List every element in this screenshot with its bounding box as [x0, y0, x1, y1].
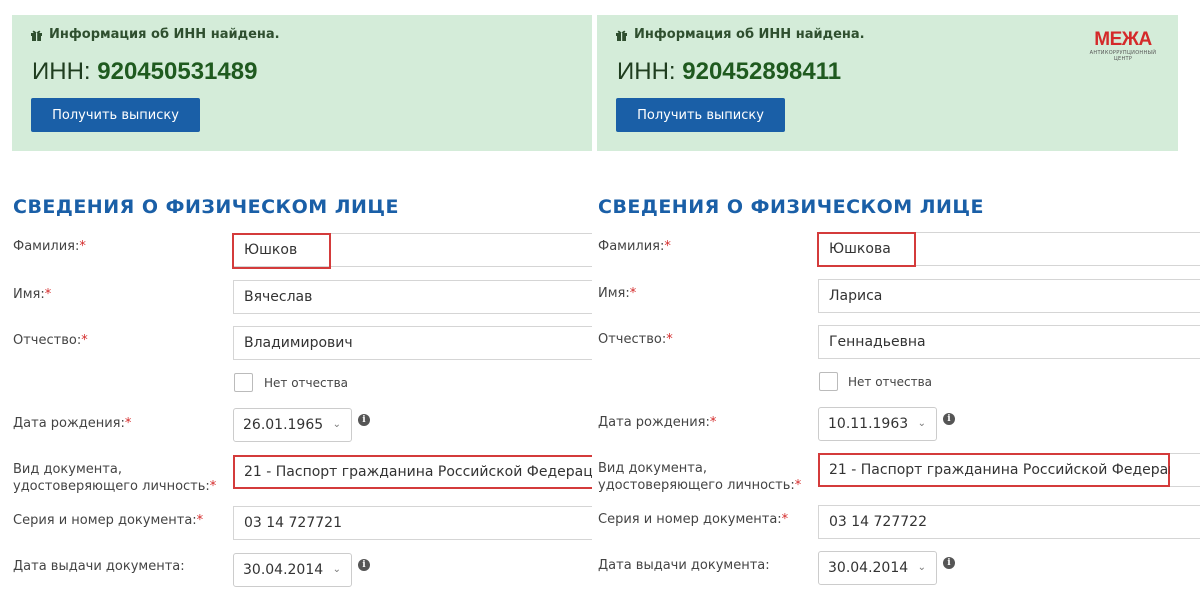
no-patronymic-label: Нет отчества [264, 376, 349, 390]
patronymic-label: Отчество:* [598, 332, 673, 347]
gift-icon [30, 29, 43, 41]
name-label: Имя:* [598, 286, 637, 301]
patronymic-label: Отчество:* [13, 333, 88, 348]
inn-value: 920450531489 [97, 58, 258, 85]
surname-label: Фамилия:* [13, 239, 86, 254]
info-icon[interactable]: i [358, 414, 370, 426]
birth-date-label: Дата рождения:* [598, 415, 717, 430]
info-icon[interactable]: i [943, 413, 955, 425]
inn-found-text: Информация об ИНН найдена. [634, 27, 865, 42]
doc-type-field[interactable]: 21 - Паспорт гражданина Российской Федер… [233, 455, 592, 489]
inn-found-message: Информация об ИНН найдена. [615, 27, 865, 42]
birth-date-select[interactable]: 26.01.1965 ⌄ [233, 408, 352, 442]
get-statement-button[interactable]: Получить выписку [616, 98, 785, 132]
patronymic-field[interactable]: Владимирович [233, 326, 592, 360]
left-panel: Информация об ИНН найдена. ИНН: 92045053… [0, 0, 592, 603]
doc-type-field-tail [1170, 453, 1200, 487]
get-statement-button[interactable]: Получить выписку [31, 98, 200, 132]
chevron-down-icon: ⌄ [332, 419, 341, 430]
info-icon[interactable]: i [358, 559, 370, 571]
doc-number-label: Серия и номер документа:* [598, 512, 789, 527]
inn-line: ИНН: 920452898411 [617, 58, 841, 86]
surname-field[interactable]: Юшкова [818, 232, 1200, 266]
info-icon[interactable]: i [943, 557, 955, 569]
section-title: СВЕДЕНИЯ О ФИЗИЧЕСКОМ ЛИЦЕ [13, 196, 400, 218]
chevron-down-icon: ⌄ [917, 418, 926, 429]
issue-date-label: Дата выдачи документа: [598, 558, 770, 573]
doc-number-field[interactable]: 03 14 727722 [818, 505, 1200, 539]
issue-date-select[interactable]: 30.04.2014 ⌄ [233, 553, 352, 587]
birth-date-select[interactable]: 10.11.1963 ⌄ [818, 407, 937, 441]
gift-icon [615, 29, 628, 41]
name-label: Имя:* [13, 287, 52, 302]
name-field[interactable]: Вячеслав [233, 280, 592, 314]
inn-found-banner: Информация об ИНН найдена. ИНН: 92045053… [12, 15, 592, 151]
surname-label: Фамилия:* [598, 239, 671, 254]
doc-type-field[interactable]: 21 - Паспорт гражданина Российской Федер… [818, 453, 1196, 487]
no-patronymic-checkbox[interactable] [819, 372, 838, 391]
name-field[interactable]: Лариса [818, 279, 1200, 313]
right-panel: Информация об ИНН найдена. ИНН: 92045289… [597, 0, 1200, 603]
chevron-down-icon: ⌄ [332, 564, 341, 575]
section-title: СВЕДЕНИЯ О ФИЗИЧЕСКОМ ЛИЦЕ [598, 196, 985, 218]
doc-type-label: Вид документа, удостоверяющего личность:… [598, 461, 802, 493]
inn-value: 920452898411 [682, 58, 842, 85]
surname-field[interactable]: Юшков [233, 233, 592, 267]
patronymic-field[interactable]: Геннадьевна [818, 325, 1200, 359]
mezha-logo: МЕЖА АНТИКОРРУПЦИОННЫЙ ЦЕНТР [1089, 29, 1157, 63]
issue-date-label: Дата выдачи документа: [13, 559, 185, 574]
inn-found-banner: Информация об ИНН найдена. ИНН: 92045289… [597, 15, 1178, 151]
doc-type-label: Вид документа, удостоверяющего личность:… [13, 462, 217, 494]
inn-found-message: Информация об ИНН найдена. [30, 27, 280, 42]
no-patronymic-label: Нет отчества [848, 375, 933, 389]
doc-number-field[interactable]: 03 14 727721 [233, 506, 592, 540]
doc-number-label: Серия и номер документа:* [13, 513, 204, 528]
issue-date-select[interactable]: 30.04.2014 ⌄ [818, 551, 937, 585]
chevron-down-icon: ⌄ [917, 562, 926, 573]
inn-line: ИНН: 920450531489 [32, 58, 257, 86]
inn-found-text: Информация об ИНН найдена. [49, 27, 280, 42]
no-patronymic-checkbox[interactable] [234, 373, 253, 392]
inn-label: ИНН: [617, 58, 676, 85]
inn-label: ИНН: [32, 58, 91, 85]
birth-date-label: Дата рождения:* [13, 416, 132, 431]
